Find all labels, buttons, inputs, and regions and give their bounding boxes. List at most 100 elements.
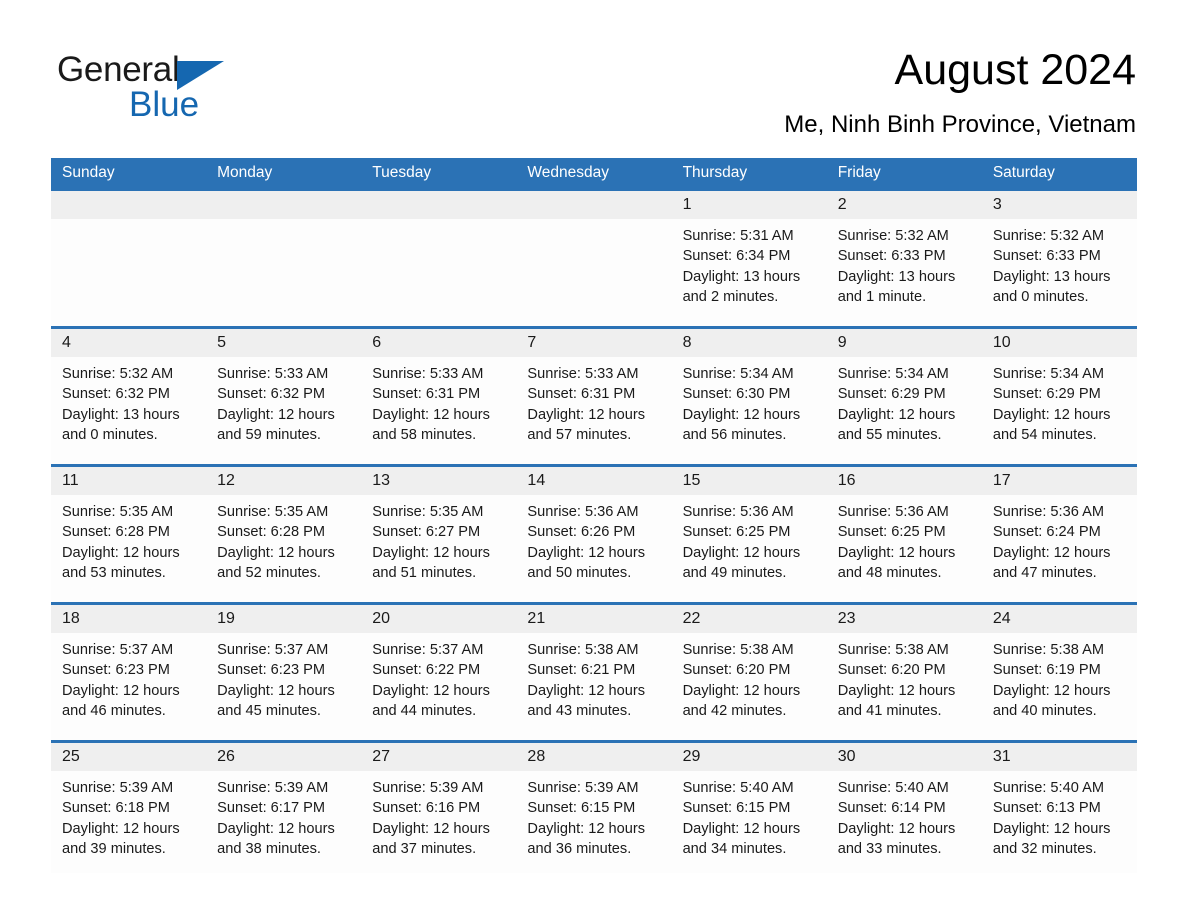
day-cell[interactable]: Sunrise: 5:40 AM Sunset: 6:13 PM Dayligh… (982, 771, 1137, 873)
weekday-header-row: Sunday Monday Tuesday Wednesday Thursday… (51, 158, 1137, 188)
day-detail-text: Sunrise: 5:36 AM Sunset: 6:25 PM Dayligh… (837, 504, 956, 581)
day-number[interactable]: 8 (672, 329, 827, 357)
day-cell[interactable] (51, 219, 206, 326)
day-cell[interactable]: Sunrise: 5:33 AM Sunset: 6:32 PM Dayligh… (206, 357, 361, 464)
day-detail-text: Sunrise: 5:34 AM Sunset: 6:30 PM Dayligh… (682, 366, 801, 443)
day-number[interactable]: 4 (51, 329, 206, 357)
day-cell[interactable]: Sunrise: 5:39 AM Sunset: 6:17 PM Dayligh… (206, 771, 361, 873)
week-daynumber-band: 25 26 27 28 29 30 31 (51, 743, 1137, 771)
day-cell[interactable]: Sunrise: 5:37 AM Sunset: 6:23 PM Dayligh… (51, 633, 206, 740)
logo-text-general: General (57, 50, 180, 89)
day-number[interactable]: 24 (982, 605, 1137, 633)
day-cell[interactable] (361, 219, 516, 326)
day-number[interactable]: 11 (51, 467, 206, 495)
day-number[interactable] (361, 191, 516, 219)
weekday-header-sunday: Sunday (62, 164, 115, 181)
day-cell[interactable]: Sunrise: 5:35 AM Sunset: 6:27 PM Dayligh… (361, 495, 516, 602)
day-number[interactable]: 9 (827, 329, 982, 357)
day-cell[interactable]: Sunrise: 5:32 AM Sunset: 6:33 PM Dayligh… (982, 219, 1137, 326)
calendar-week-row: 18 19 20 21 22 23 24 Sunrise: 5:37 AM Su… (51, 602, 1137, 740)
day-cell[interactable]: Sunrise: 5:38 AM Sunset: 6:20 PM Dayligh… (672, 633, 827, 740)
day-number[interactable]: 26 (206, 743, 361, 771)
day-cell[interactable]: Sunrise: 5:35 AM Sunset: 6:28 PM Dayligh… (206, 495, 361, 602)
week-detail-band: Sunrise: 5:39 AM Sunset: 6:18 PM Dayligh… (51, 771, 1137, 873)
day-cell[interactable]: Sunrise: 5:38 AM Sunset: 6:20 PM Dayligh… (827, 633, 982, 740)
day-number[interactable]: 17 (982, 467, 1137, 495)
day-detail-text: Sunrise: 5:40 AM Sunset: 6:15 PM Dayligh… (682, 780, 801, 857)
day-detail-text: Sunrise: 5:35 AM Sunset: 6:28 PM Dayligh… (217, 504, 335, 581)
day-number[interactable]: 22 (672, 605, 827, 633)
day-number[interactable]: 21 (516, 605, 671, 633)
day-detail-text: Sunrise: 5:38 AM Sunset: 6:19 PM Dayligh… (992, 642, 1111, 719)
day-cell[interactable]: Sunrise: 5:35 AM Sunset: 6:28 PM Dayligh… (51, 495, 206, 602)
day-number[interactable]: 27 (361, 743, 516, 771)
day-number[interactable]: 23 (827, 605, 982, 633)
day-cell[interactable]: Sunrise: 5:31 AM Sunset: 6:34 PM Dayligh… (672, 219, 827, 326)
day-detail-text: Sunrise: 5:33 AM Sunset: 6:32 PM Dayligh… (217, 366, 335, 443)
day-number[interactable]: 19 (206, 605, 361, 633)
day-number[interactable]: 18 (51, 605, 206, 633)
week-daynumber-band: 1 2 3 (51, 191, 1137, 219)
day-cell[interactable]: Sunrise: 5:40 AM Sunset: 6:15 PM Dayligh… (672, 771, 827, 873)
week-detail-band: Sunrise: 5:32 AM Sunset: 6:32 PM Dayligh… (51, 357, 1137, 464)
day-number[interactable]: 31 (982, 743, 1137, 771)
day-detail-text: Sunrise: 5:32 AM Sunset: 6:33 PM Dayligh… (992, 228, 1111, 305)
day-detail-text: Sunrise: 5:31 AM Sunset: 6:34 PM Dayligh… (682, 228, 801, 305)
day-detail-text: Sunrise: 5:34 AM Sunset: 6:29 PM Dayligh… (837, 366, 956, 443)
day-number[interactable]: 7 (516, 329, 671, 357)
day-number[interactable]: 30 (827, 743, 982, 771)
day-number[interactable]: 16 (827, 467, 982, 495)
day-cell[interactable]: Sunrise: 5:33 AM Sunset: 6:31 PM Dayligh… (361, 357, 516, 464)
day-number[interactable] (51, 191, 206, 219)
day-cell[interactable]: Sunrise: 5:36 AM Sunset: 6:25 PM Dayligh… (672, 495, 827, 602)
day-detail-text: Sunrise: 5:39 AM Sunset: 6:17 PM Dayligh… (217, 780, 335, 857)
day-number[interactable]: 28 (516, 743, 671, 771)
day-number[interactable] (206, 191, 361, 219)
day-number[interactable]: 25 (51, 743, 206, 771)
day-cell[interactable] (206, 219, 361, 326)
day-detail-text: Sunrise: 5:32 AM Sunset: 6:33 PM Dayligh… (837, 228, 956, 305)
general-blue-logo: General Blue (57, 50, 357, 128)
day-number[interactable]: 6 (361, 329, 516, 357)
day-cell[interactable]: Sunrise: 5:36 AM Sunset: 6:26 PM Dayligh… (516, 495, 671, 602)
day-number[interactable]: 3 (982, 191, 1137, 219)
day-cell[interactable]: Sunrise: 5:39 AM Sunset: 6:18 PM Dayligh… (51, 771, 206, 873)
day-number[interactable]: 14 (516, 467, 671, 495)
day-cell[interactable]: Sunrise: 5:34 AM Sunset: 6:30 PM Dayligh… (672, 357, 827, 464)
day-cell[interactable]: Sunrise: 5:37 AM Sunset: 6:23 PM Dayligh… (206, 633, 361, 740)
day-cell[interactable]: Sunrise: 5:37 AM Sunset: 6:22 PM Dayligh… (361, 633, 516, 740)
day-number[interactable]: 15 (672, 467, 827, 495)
day-cell[interactable] (516, 219, 671, 326)
day-cell[interactable]: Sunrise: 5:34 AM Sunset: 6:29 PM Dayligh… (827, 357, 982, 464)
day-number[interactable]: 1 (672, 191, 827, 219)
day-detail-text: Sunrise: 5:35 AM Sunset: 6:28 PM Dayligh… (62, 504, 180, 581)
day-number[interactable] (516, 191, 671, 219)
day-cell[interactable]: Sunrise: 5:40 AM Sunset: 6:14 PM Dayligh… (827, 771, 982, 873)
day-cell[interactable]: Sunrise: 5:38 AM Sunset: 6:19 PM Dayligh… (982, 633, 1137, 740)
day-cell[interactable]: Sunrise: 5:32 AM Sunset: 6:32 PM Dayligh… (51, 357, 206, 464)
day-number[interactable]: 2 (827, 191, 982, 219)
day-number[interactable]: 29 (672, 743, 827, 771)
day-detail-text: Sunrise: 5:36 AM Sunset: 6:24 PM Dayligh… (992, 504, 1111, 581)
week-detail-band: Sunrise: 5:31 AM Sunset: 6:34 PM Dayligh… (51, 219, 1137, 326)
day-cell[interactable]: Sunrise: 5:34 AM Sunset: 6:29 PM Dayligh… (982, 357, 1137, 464)
day-number[interactable]: 12 (206, 467, 361, 495)
day-cell[interactable]: Sunrise: 5:39 AM Sunset: 6:15 PM Dayligh… (516, 771, 671, 873)
day-cell[interactable]: Sunrise: 5:39 AM Sunset: 6:16 PM Dayligh… (361, 771, 516, 873)
day-detail-text: Sunrise: 5:38 AM Sunset: 6:21 PM Dayligh… (527, 642, 646, 719)
day-detail-text: Sunrise: 5:40 AM Sunset: 6:14 PM Dayligh… (837, 780, 956, 857)
day-cell[interactable]: Sunrise: 5:38 AM Sunset: 6:21 PM Dayligh… (516, 633, 671, 740)
day-cell[interactable]: Sunrise: 5:33 AM Sunset: 6:31 PM Dayligh… (516, 357, 671, 464)
day-cell[interactable]: Sunrise: 5:36 AM Sunset: 6:25 PM Dayligh… (827, 495, 982, 602)
weekday-header-thursday: Thursday (682, 164, 748, 181)
day-cell[interactable]: Sunrise: 5:32 AM Sunset: 6:33 PM Dayligh… (827, 219, 982, 326)
day-number[interactable]: 5 (206, 329, 361, 357)
day-detail-text: Sunrise: 5:40 AM Sunset: 6:13 PM Dayligh… (992, 780, 1111, 857)
day-detail-text: Sunrise: 5:39 AM Sunset: 6:16 PM Dayligh… (372, 780, 490, 857)
weekday-header-friday: Friday (837, 164, 881, 181)
day-number[interactable]: 20 (361, 605, 516, 633)
page-header: General Blue August 2024 Me, Ninh Binh P… (0, 0, 1188, 138)
day-number[interactable]: 10 (982, 329, 1137, 357)
day-number[interactable]: 13 (361, 467, 516, 495)
day-cell[interactable]: Sunrise: 5:36 AM Sunset: 6:24 PM Dayligh… (982, 495, 1137, 602)
